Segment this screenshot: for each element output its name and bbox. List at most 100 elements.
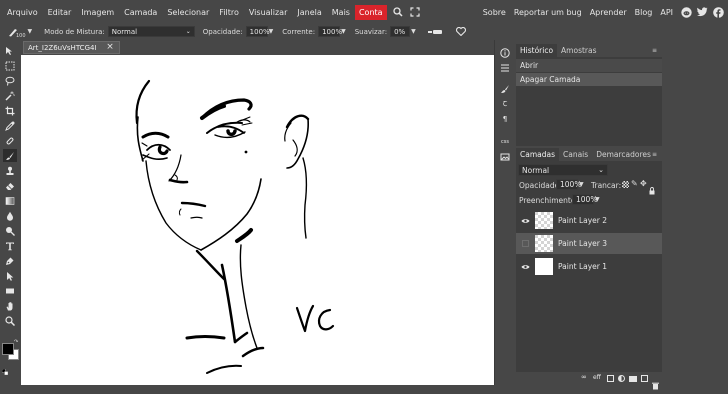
smooth-field[interactable]: 0% (390, 26, 411, 37)
menu-editar[interactable]: Editar (43, 8, 77, 17)
lock-transparency-icon[interactable] (622, 181, 629, 188)
foreground-color-swatch[interactable] (2, 343, 14, 355)
crop-tool-icon[interactable] (3, 104, 17, 117)
menu-sobre[interactable]: Sobre (479, 8, 510, 17)
info-icon[interactable] (498, 46, 512, 59)
menu-api[interactable]: API (656, 8, 677, 17)
fill-field[interactable]: 100% (572, 194, 597, 205)
tab-historico[interactable]: Histórico (516, 44, 558, 57)
adjustment-layer-icon[interactable] (607, 375, 614, 382)
chevron-down-icon: ⌄ (185, 28, 191, 35)
eye-icon[interactable] (521, 263, 530, 272)
pen-tool-icon[interactable] (3, 254, 17, 267)
panel-icon-column: Ꞇ ¶ css (495, 40, 515, 385)
layers-panel-menu-icon[interactable]: ≡ (651, 151, 658, 158)
smooth-dropdown-icon[interactable]: ▼ (411, 28, 416, 35)
tab-amostras[interactable]: Amostras (557, 44, 600, 57)
brush-size-value[interactable]: 100 (16, 33, 26, 39)
history-entry-active[interactable]: Apagar Camada (516, 73, 662, 86)
menu-janela[interactable]: Janela (292, 8, 326, 17)
character-icon[interactable]: Ꞇ (498, 98, 512, 111)
blur-tool-icon[interactable] (3, 209, 17, 222)
css-icon[interactable]: css (498, 135, 512, 148)
eraser-tool-icon[interactable] (3, 179, 17, 192)
menu-filtro[interactable]: Filtro (214, 8, 244, 17)
new-folder-icon[interactable] (629, 376, 637, 382)
layer-opacity-dropdown-icon[interactable]: ▼ (579, 181, 584, 188)
swap-colors-icon[interactable]: ↷ (14, 339, 20, 345)
menu-reportar-bug[interactable]: Reportar um bug (510, 8, 586, 17)
healing-brush-tool-icon[interactable] (3, 134, 17, 147)
tab-canais[interactable]: Canais (559, 148, 592, 161)
menu-visualizar[interactable]: Visualizar (244, 8, 293, 17)
tools-panel: ↷ (0, 40, 21, 385)
properties-icon[interactable] (498, 61, 512, 74)
menu-blog[interactable]: Blog (631, 8, 657, 17)
opacity-field[interactable]: 100% (245, 26, 270, 37)
layer-opacity-field[interactable]: 100% (556, 179, 581, 190)
twitter-icon[interactable] (697, 7, 708, 17)
history-entry-label: Apagar Camada (520, 75, 581, 84)
zoom-tool-icon[interactable] (3, 314, 17, 327)
smooth-label: Suavizar: (354, 27, 388, 36)
layer-effects-icon[interactable]: eff (593, 374, 601, 381)
menu-imagem[interactable]: Imagem (76, 8, 119, 17)
path-selection-tool-icon[interactable] (3, 269, 17, 282)
layer-mask-icon[interactable] (618, 375, 625, 382)
move-tool-icon[interactable] (3, 44, 17, 57)
facebook-icon[interactable] (713, 6, 724, 18)
new-layer-icon[interactable] (641, 375, 648, 382)
hand-tool-icon[interactable] (3, 299, 17, 312)
layer-blend-mode-select[interactable]: Normal ⌄ (518, 164, 608, 176)
magic-wand-tool-icon[interactable] (3, 89, 17, 102)
history-entry[interactable]: Abrir (516, 59, 662, 72)
rectangle-tool-icon[interactable] (3, 284, 17, 297)
fill-dropdown-icon[interactable]: ▼ (595, 196, 600, 203)
layer-row-paint-layer-3[interactable]: Paint Layer 3 (516, 233, 662, 254)
tab-camadas[interactable]: Camadas (516, 148, 559, 161)
image-icon[interactable] (498, 150, 512, 163)
layer-thumbnail (535, 258, 553, 275)
layer-blend-mode-value: Normal (522, 165, 550, 175)
visibility-checkbox[interactable] (522, 240, 529, 247)
default-colors-icon[interactable] (1, 360, 9, 376)
menu-aprender[interactable]: Aprender (586, 8, 631, 17)
paragraph-icon[interactable]: ¶ (498, 112, 512, 125)
airbrush-icon[interactable] (427, 29, 442, 35)
menu-arquivo[interactable]: Arquivo (2, 8, 43, 17)
brush-tool-icon[interactable] (3, 149, 17, 162)
link-layers-icon[interactable]: ∞ (581, 373, 587, 381)
menu-mais[interactable]: Mais (327, 8, 355, 17)
lock-position-icon[interactable]: ✥ (640, 179, 647, 188)
chevron-down-icon: ⌄ (598, 166, 604, 174)
brush-settings-icon[interactable] (498, 82, 512, 95)
menu-conta[interactable]: Conta (354, 4, 387, 20)
tab-demarcadores[interactable]: Demarcadores (592, 148, 655, 161)
close-tab-icon[interactable]: × (104, 41, 116, 53)
dodge-tool-icon[interactable] (3, 224, 17, 237)
opacity-dropdown-icon[interactable]: ▼ (269, 28, 274, 35)
clone-stamp-tool-icon[interactable] (3, 164, 17, 177)
lasso-tool-icon[interactable] (3, 74, 17, 87)
history-panel-menu-icon[interactable]: ≡ (651, 47, 658, 54)
text-tool-icon[interactable] (3, 239, 17, 252)
document-canvas[interactable] (21, 55, 494, 385)
layer-row-paint-layer-1[interactable]: Paint Layer 1 (516, 256, 662, 277)
pressure-icon[interactable] (455, 27, 466, 36)
lock-all-icon[interactable] (649, 180, 655, 199)
brush-size-dropdown-icon[interactable]: ▼ (28, 28, 33, 35)
menu-camada[interactable]: Camada (119, 8, 162, 17)
reddit-icon[interactable] (681, 6, 692, 18)
flow-field[interactable]: 100% (318, 26, 342, 37)
gradient-tool-icon[interactable] (3, 194, 17, 207)
menu-selecionar[interactable]: Selecionar (162, 8, 214, 17)
layer-row-paint-layer-2[interactable]: Paint Layer 2 (516, 210, 662, 231)
search-icon[interactable] (392, 7, 403, 17)
marquee-tool-icon[interactable] (3, 59, 17, 72)
lock-pixels-icon[interactable]: ✎ (631, 179, 638, 188)
flow-dropdown-icon[interactable]: ▼ (341, 28, 346, 35)
eyedropper-tool-icon[interactable] (3, 119, 17, 132)
eye-icon[interactable] (521, 217, 530, 226)
fullscreen-icon[interactable] (409, 7, 420, 17)
blend-mode-select[interactable]: Normal ⌄ (107, 26, 195, 37)
